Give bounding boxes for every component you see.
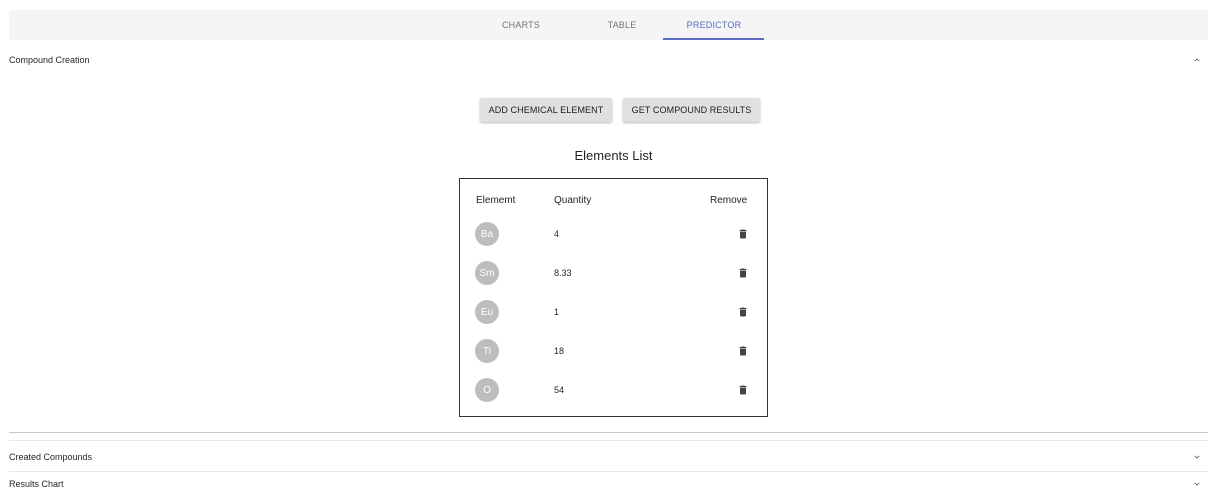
element-quantity: 8.33 (554, 268, 572, 278)
trash-icon[interactable] (737, 267, 749, 279)
element-avatar: Eu (475, 300, 499, 324)
element-row: Ba 4 (460, 222, 767, 246)
panel-divider (9, 440, 1208, 441)
active-tab-indicator (663, 38, 764, 40)
element-quantity: 18 (554, 346, 565, 356)
chevron-down-icon[interactable] (1192, 479, 1202, 489)
compound-creation-title: Compound Creation (9, 55, 90, 65)
compound-creation-header[interactable]: Compound Creation (9, 45, 1208, 75)
results-chart-title: Results Chart (9, 478, 64, 489)
column-header-quantity: Quantity (554, 195, 592, 206)
column-header-remove: Remove (710, 195, 748, 206)
add-chemical-element-button[interactable]: ADD CHEMICAL ELEMENT (480, 98, 612, 122)
element-quantity: 4 (554, 229, 560, 239)
element-avatar: Ti (475, 339, 499, 363)
element-quantity: 54 (554, 385, 565, 395)
results-chart-header[interactable]: Results Chart (9, 472, 1208, 495)
element-row: Sm 8.33 (460, 261, 767, 285)
get-compound-results-button[interactable]: GET COMPOUND RESULTS (623, 98, 760, 122)
element-row: O 54 (460, 378, 767, 402)
created-compounds-title: Created Compounds (9, 452, 93, 462)
trash-icon[interactable] (737, 345, 749, 357)
element-avatar: Ba (475, 222, 499, 246)
element-avatar: Sm (475, 261, 499, 285)
trash-icon[interactable] (737, 228, 749, 240)
element-quantity: 1 (554, 307, 560, 317)
created-compounds-header[interactable]: Created Compounds (9, 442, 1208, 472)
column-header-element: Elememt (476, 195, 516, 206)
tab-table[interactable]: TABLE (572, 10, 672, 40)
chevron-down-icon[interactable] (1192, 452, 1202, 462)
tab-bar: CHARTS TABLE PREDICTOR (9, 10, 1208, 40)
tab-charts[interactable]: CHARTS (471, 10, 571, 40)
trash-icon[interactable] (737, 384, 749, 396)
panel-divider (9, 432, 1208, 433)
element-row: Ti 18 (460, 339, 767, 363)
element-row: Eu 1 (460, 300, 767, 324)
elements-list-title: Elements List (574, 148, 653, 163)
tab-predictor[interactable]: PREDICTOR (664, 10, 764, 40)
element-avatar: O (475, 378, 499, 402)
chevron-up-icon[interactable] (1192, 55, 1202, 65)
elements-list: Elememt Quantity Remove Ba 4 Sm 8.33 Eu … (459, 178, 768, 417)
trash-icon[interactable] (737, 306, 749, 318)
